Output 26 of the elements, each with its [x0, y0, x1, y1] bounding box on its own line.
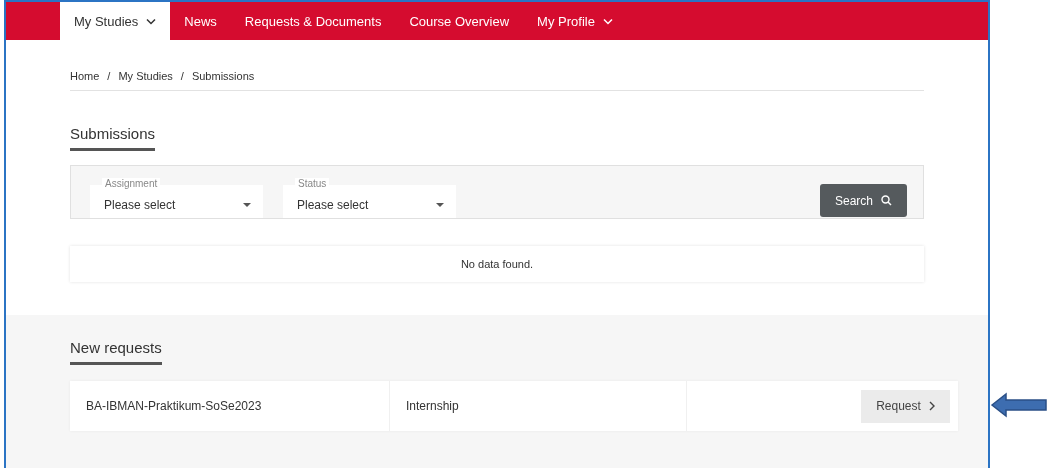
table-cell: BA-IBMAN-Praktikum-SoSe2023	[70, 381, 390, 431]
chevron-down-icon	[602, 17, 613, 25]
nav-tab[interactable]: News	[170, 2, 231, 40]
field-label: Assignment	[102, 178, 161, 190]
table-cell: Internship	[390, 381, 687, 431]
request-button[interactable]: Request	[861, 389, 950, 423]
caret-icon	[243, 202, 251, 207]
breadcrumb-separator: /	[107, 70, 111, 84]
caret-icon	[436, 202, 444, 207]
nav-tab[interactable]: My Profile	[523, 2, 627, 40]
nav-tab[interactable]: Requests & Documents	[230, 2, 396, 40]
breadcrumb-link[interactable]: Submissions	[191, 70, 255, 84]
annotation-arrow-icon	[990, 392, 1048, 418]
chevron-right-icon	[928, 401, 935, 411]
nav-tab[interactable]: Course Overview	[395, 2, 524, 40]
search-icon	[881, 195, 892, 206]
search-button[interactable]: Search	[820, 184, 907, 217]
breadcrumb-link[interactable]: My Studies	[118, 70, 173, 84]
section-heading: New requests	[70, 339, 162, 365]
nav-tab[interactable]: My Studies	[60, 2, 171, 40]
chevron-down-icon	[146, 17, 157, 25]
empty-message: No data found.	[70, 246, 924, 282]
field-label: Status	[295, 178, 330, 190]
section-heading: Submissions	[70, 125, 156, 151]
breadcrumb-separator: /	[180, 70, 184, 84]
breadcrumb-link[interactable]: Home	[70, 70, 100, 84]
